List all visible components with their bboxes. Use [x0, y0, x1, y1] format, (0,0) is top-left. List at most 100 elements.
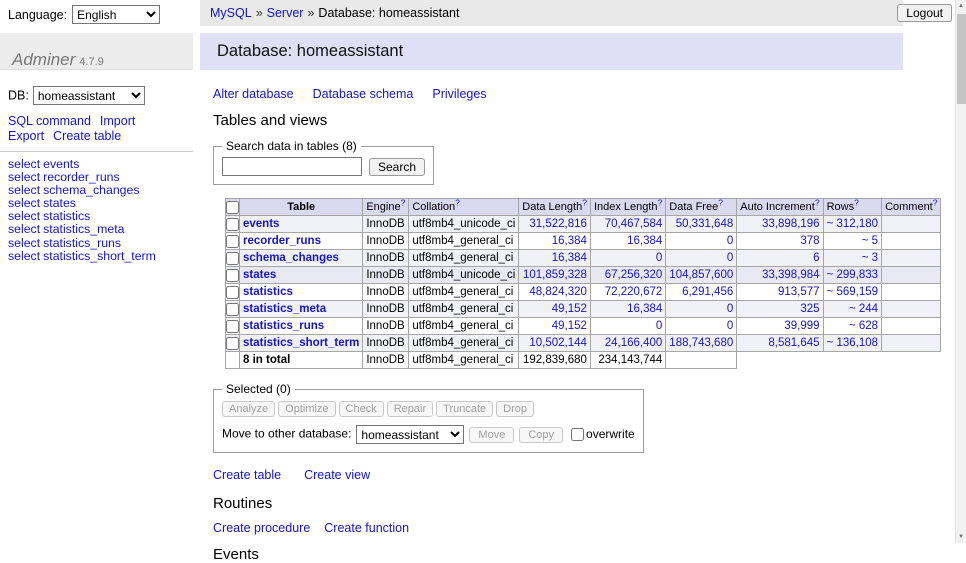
cell-auto-increment[interactable]: 325	[800, 303, 819, 315]
table-link[interactable]: events	[43, 157, 79, 171]
alter-database-link[interactable]: Alter database	[213, 87, 294, 101]
cell-data-free[interactable]: 0	[727, 252, 733, 264]
scrollbar-thumb[interactable]	[957, 14, 966, 104]
table-name-link[interactable]: statistics_runs	[243, 320, 324, 332]
cell-rows[interactable]: ~ 244	[849, 303, 878, 315]
cell-auto-increment[interactable]: 33,898,196	[762, 218, 820, 230]
help-link[interactable]: ?	[455, 199, 460, 208]
search-button[interactable]: Search	[369, 158, 425, 176]
table-name-link[interactable]: events	[243, 218, 279, 230]
cell-data-length[interactable]: 16,384	[552, 235, 587, 247]
cell-index-length[interactable]: 16,384	[627, 235, 662, 247]
scroll-down-arrow[interactable]: ▼	[956, 531, 966, 543]
cell-index-length[interactable]: 24,166,400	[605, 337, 663, 349]
row-checkbox[interactable]	[226, 337, 239, 350]
help-link[interactable]: ?	[582, 199, 587, 208]
cell-rows[interactable]: ~ 136,108	[827, 337, 878, 349]
cell-rows[interactable]: ~ 569,159	[827, 286, 878, 298]
cell-auto-increment[interactable]: 6	[813, 252, 819, 264]
help-link[interactable]: ?	[401, 199, 406, 208]
select-link[interactable]: select	[8, 236, 40, 250]
cell-data-free[interactable]: 0	[727, 303, 733, 315]
select-link[interactable]: select	[8, 196, 40, 210]
table-link[interactable]: statistics_runs	[43, 236, 121, 250]
truncate-button[interactable]: Truncate	[436, 401, 493, 417]
select-link[interactable]: select	[8, 157, 40, 171]
row-checkbox[interactable]	[226, 235, 239, 248]
privileges-link[interactable]: Privileges	[432, 87, 486, 101]
select-link[interactable]: select	[8, 249, 40, 263]
table-link[interactable]: states	[43, 196, 76, 210]
optimize-button[interactable]: Optimize	[278, 401, 335, 417]
row-checkbox[interactable]	[226, 303, 239, 316]
help-link[interactable]: ?	[718, 199, 723, 208]
overwrite-checkbox[interactable]	[571, 428, 584, 441]
cell-index-length[interactable]: 70,467,584	[605, 218, 663, 230]
copy-button[interactable]: Copy	[519, 427, 563, 443]
cell-data-free[interactable]: 0	[727, 235, 733, 247]
select-all-checkbox[interactable]	[226, 201, 239, 214]
db-select[interactable]: homeassistant	[33, 86, 145, 105]
row-checkbox[interactable]	[226, 320, 239, 333]
row-checkbox[interactable]	[226, 218, 239, 231]
table-name-link[interactable]: recorder_runs	[243, 235, 321, 247]
help-link[interactable]: ?	[854, 199, 859, 208]
cell-data-free[interactable]: 50,331,648	[676, 218, 734, 230]
help-link[interactable]: ?	[815, 199, 820, 208]
table-name-link[interactable]: statistics_meta	[243, 303, 326, 315]
row-checkbox[interactable]	[226, 252, 239, 265]
app-name[interactable]: Adminer	[12, 50, 75, 69]
row-checkbox[interactable]	[226, 286, 239, 299]
sql-command-link[interactable]: SQL command	[8, 114, 91, 128]
cell-index-length[interactable]: 0	[656, 320, 662, 332]
cell-data-length[interactable]: 49,152	[552, 303, 587, 315]
check-button[interactable]: Check	[339, 401, 384, 417]
table-link[interactable]: statistics_short_term	[43, 249, 156, 263]
cell-index-length[interactable]: 67,256,320	[605, 269, 663, 281]
cell-data-free[interactable]: 188,743,680	[669, 337, 733, 349]
table-link[interactable]: schema_changes	[43, 183, 139, 197]
cell-rows[interactable]: ~ 3	[862, 252, 878, 264]
breadcrumb-mysql-link[interactable]: MySQL	[210, 6, 252, 20]
cell-data-free[interactable]: 104,857,600	[669, 269, 733, 281]
database-schema-link[interactable]: Database schema	[313, 87, 414, 101]
cell-data-length[interactable]: 49,152	[552, 320, 587, 332]
cell-data-free[interactable]: 6,291,456	[682, 286, 733, 298]
table-link[interactable]: statistics	[43, 209, 90, 223]
logout-button[interactable]: Logout	[897, 4, 952, 22]
breadcrumb-server-link[interactable]: Server	[267, 6, 304, 20]
help-link[interactable]: ?	[658, 199, 663, 208]
drop-button[interactable]: Drop	[496, 401, 534, 417]
app-version[interactable]: 4.7.9	[79, 56, 103, 68]
cell-data-length[interactable]: 10,502,144	[529, 337, 587, 349]
cell-data-length[interactable]: 48,824,320	[529, 286, 587, 298]
table-name-link[interactable]: statistics_short_term	[243, 337, 359, 349]
move-target-select[interactable]: homeassistant	[356, 425, 464, 444]
cell-data-length[interactable]: 101,859,328	[523, 269, 587, 281]
repair-button[interactable]: Repair	[387, 401, 433, 417]
import-link[interactable]: Import	[100, 114, 135, 128]
cell-rows[interactable]: ~ 312,180	[827, 218, 878, 230]
table-name-link[interactable]: states	[243, 269, 276, 281]
cell-rows[interactable]: ~ 628	[849, 320, 878, 332]
table-name-link[interactable]: schema_changes	[243, 252, 339, 264]
select-link[interactable]: select	[8, 170, 40, 184]
create-view-link[interactable]: Create view	[304, 468, 370, 482]
cell-index-length[interactable]: 0	[656, 252, 662, 264]
row-checkbox[interactable]	[226, 269, 239, 282]
cell-auto-increment[interactable]: 8,581,645	[768, 337, 819, 349]
select-link[interactable]: select	[8, 183, 40, 197]
scroll-up-arrow[interactable]: ▲	[956, 0, 966, 12]
create-table-link[interactable]: Create table	[53, 129, 121, 143]
create-table-link[interactable]: Create table	[213, 468, 281, 482]
search-input[interactable]	[222, 157, 362, 176]
select-link[interactable]: select	[8, 222, 40, 236]
cell-index-length[interactable]: 16,384	[627, 303, 662, 315]
cell-rows[interactable]: ~ 5	[862, 235, 878, 247]
cell-data-length[interactable]: 16,384	[552, 252, 587, 264]
create-function-link[interactable]: Create function	[324, 521, 409, 535]
cell-rows[interactable]: ~ 299,833	[827, 269, 878, 281]
cell-data-length[interactable]: 31,522,816	[529, 218, 587, 230]
cell-data-free[interactable]: 0	[727, 320, 733, 332]
select-link[interactable]: select	[8, 209, 40, 223]
